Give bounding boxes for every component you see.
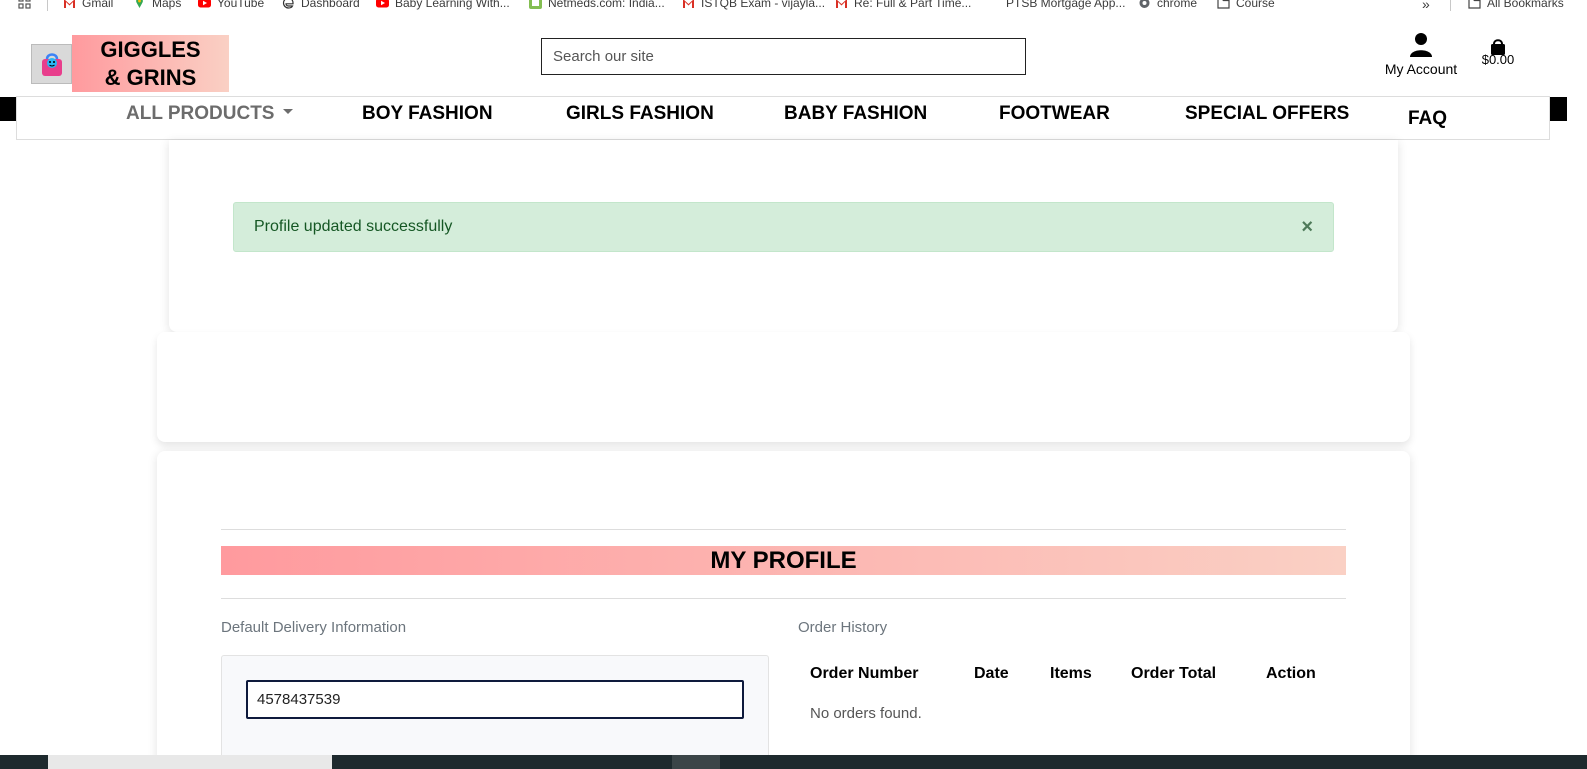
my-account-link[interactable]: My Account bbox=[1380, 32, 1462, 77]
bookmarks-bar: Gmail Maps YouTube Dashboard Baby Learni… bbox=[0, 0, 1587, 14]
profile-card: MY PROFILE Default Delivery Information … bbox=[157, 451, 1410, 769]
site-header: GIGGLES & GRINS My Account $0.00 bbox=[0, 24, 1587, 96]
user-icon bbox=[1410, 33, 1432, 57]
bookmark-netmeds[interactable]: Netmeds.com: India... bbox=[529, 0, 665, 10]
column-header-order-total: Order Total bbox=[1131, 665, 1217, 682]
nav-footwear[interactable]: FOOTWEAR bbox=[999, 103, 1110, 125]
taskbar bbox=[0, 755, 1587, 769]
nav-baby-fashion[interactable]: BABY FASHION bbox=[784, 103, 927, 125]
page-title: MY PROFILE bbox=[221, 546, 1346, 575]
bookmark-istqb[interactable]: ISTQB Exam - vijayla... bbox=[682, 0, 825, 10]
bookmark-baby-learning[interactable]: Baby Learning With... bbox=[376, 0, 510, 10]
bookmark-chrome[interactable]: chrome bbox=[1138, 0, 1197, 10]
main-navigation: ALL PRODUCTS BOY FASHION GIRLS FASHION B… bbox=[16, 96, 1550, 140]
order-history-heading: Order History bbox=[798, 619, 888, 636]
close-icon[interactable]: × bbox=[1301, 217, 1313, 237]
column-header-items: Items bbox=[1050, 665, 1092, 682]
bookmarks-overflow-button[interactable]: » bbox=[1422, 0, 1430, 12]
taskbar-app[interactable] bbox=[672, 755, 720, 769]
column-header-date: Date bbox=[974, 665, 1009, 682]
empty-orders-message: No orders found. bbox=[810, 705, 922, 722]
bookmark-gmail[interactable]: Gmail bbox=[63, 0, 113, 10]
folder-icon bbox=[1468, 0, 1481, 9]
nav-edge-left bbox=[0, 97, 17, 121]
globe-icon bbox=[1139, 0, 1150, 8]
youtube-icon bbox=[198, 0, 211, 8]
nav-girls-fashion[interactable]: GIRLS FASHION bbox=[566, 103, 714, 125]
bookmark-youtube[interactable]: YouTube bbox=[198, 0, 264, 10]
blank-card bbox=[157, 332, 1410, 442]
alert-message: Profile updated successfully bbox=[254, 218, 453, 235]
bookmark-ptsb[interactable]: PTSB Mortgage App... bbox=[1006, 0, 1125, 10]
message-card: Profile updated successfully × bbox=[169, 140, 1398, 332]
all-bookmarks-button[interactable]: All Bookmarks bbox=[1468, 0, 1564, 10]
nav-faq[interactable]: FAQ bbox=[1408, 108, 1447, 130]
search-input[interactable] bbox=[541, 38, 1026, 75]
gmail-icon bbox=[836, 0, 847, 8]
bookmark-course[interactable]: Course bbox=[1217, 0, 1275, 10]
gmail-icon bbox=[64, 0, 75, 8]
gmail-icon bbox=[683, 0, 694, 8]
apps-grid-icon[interactable] bbox=[18, 0, 32, 10]
youtube-icon bbox=[376, 0, 389, 8]
success-alert: Profile updated successfully × bbox=[233, 202, 1334, 252]
column-header-action: Action bbox=[1266, 665, 1316, 682]
edge-icon bbox=[282, 0, 294, 9]
netmeds-icon bbox=[529, 0, 542, 9]
column-header-order-number: Order Number bbox=[810, 665, 919, 682]
caret-down-icon bbox=[283, 109, 294, 115]
delivery-form bbox=[221, 655, 769, 769]
divider bbox=[221, 598, 1346, 599]
bookmark-maps[interactable]: Maps bbox=[133, 0, 181, 10]
bookmark-dashboard[interactable]: Dashboard bbox=[282, 0, 360, 10]
maps-icon bbox=[136, 0, 143, 8]
nav-all-products[interactable]: ALL PRODUCTS bbox=[126, 103, 294, 125]
nav-boy-fashion[interactable]: BOY FASHION bbox=[362, 103, 493, 125]
nav-edge-right bbox=[1550, 97, 1567, 121]
bookmark-full-part-time[interactable]: Re: Full & Part Time... bbox=[835, 0, 971, 10]
nav-special-offers[interactable]: SPECIAL OFFERS bbox=[1185, 103, 1349, 125]
delivery-info-heading: Default Delivery Information bbox=[221, 619, 407, 636]
site-logo[interactable]: GIGGLES & GRINS bbox=[72, 35, 229, 92]
logo-image[interactable] bbox=[31, 44, 72, 84]
folder-icon bbox=[1217, 0, 1230, 9]
shopping-bag-logo-icon bbox=[41, 53, 62, 76]
taskbar-search[interactable] bbox=[48, 755, 332, 769]
divider bbox=[221, 529, 1346, 530]
cart-total: $0.00 bbox=[1481, 52, 1515, 67]
phone-number-field[interactable] bbox=[246, 680, 744, 719]
cart-link[interactable]: $0.00 bbox=[1478, 38, 1518, 67]
